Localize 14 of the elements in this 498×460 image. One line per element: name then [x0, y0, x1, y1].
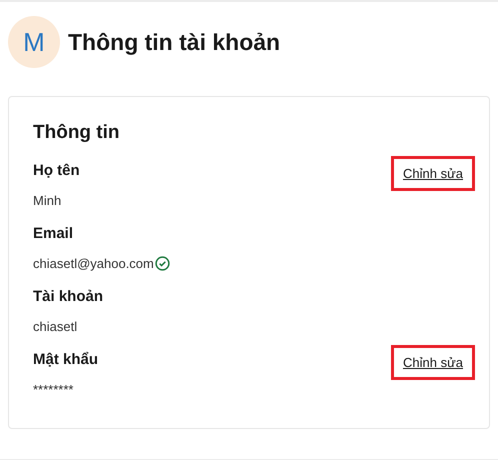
check-circle-icon — [154, 256, 170, 272]
page-title: Thông tin tài khoản — [68, 28, 280, 57]
field-value: chiasetl — [33, 318, 78, 336]
edit-link[interactable]: Chỉnh sửa — [390, 344, 475, 380]
field-value: ******** — [33, 381, 74, 399]
card-title: Thông tin — [33, 121, 121, 145]
field-value: Minh — [33, 192, 62, 210]
edit-link[interactable]: Chỉnh sửa — [390, 156, 475, 191]
field-label: Mật khẩu — [33, 350, 98, 370]
field-label: Tài khoản — [33, 286, 104, 306]
field-label: Họ tên — [33, 160, 80, 180]
field-label: Email — [33, 224, 74, 244]
avatar: M — [8, 16, 60, 68]
field-value: chiasetl@yahoo.com — [33, 255, 154, 273]
